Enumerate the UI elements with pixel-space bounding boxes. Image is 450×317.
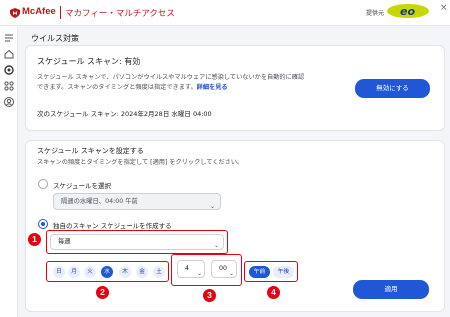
next-scan-text: 次のスケジュール スキャン: 2024年2月28日 水曜日 04:00 [37, 110, 212, 118]
account-icon[interactable] [3, 96, 15, 108]
settings-description: スキャンの頻度とタイミングを指定して [適用] をクリックしてください。 [37, 159, 244, 166]
preset-schedule-value: 隔週の水曜日、04:00 午前 [61, 198, 138, 205]
apps-icon[interactable] [3, 80, 15, 92]
chevron-down-icon: ⌄ [210, 203, 216, 210]
hour-select[interactable]: 4 ⌄ [177, 260, 205, 278]
chevron-down-icon: ⌄ [229, 270, 235, 277]
pm-toggle[interactable]: 午後 [273, 266, 294, 278]
details-link[interactable]: 詳細を見る [197, 84, 228, 91]
chevron-down-icon: ⌄ [197, 270, 203, 277]
protection-icon[interactable] [3, 64, 15, 76]
brand-divider [60, 6, 61, 19]
minute-select[interactable]: 00 ⌄ [211, 260, 237, 278]
brand-name: McAfee [22, 6, 56, 17]
apply-button[interactable]: 適用 [353, 280, 429, 299]
day-tue[interactable]: 火 [84, 266, 96, 278]
sidebar [0, 26, 18, 317]
custom-schedule-radio[interactable] [38, 219, 48, 229]
day-fri[interactable]: 金 [136, 266, 148, 278]
provider-label: 提供元 [366, 10, 385, 17]
day-wed[interactable]: 水 [101, 266, 113, 278]
status-heading: スケジュール スキャン: 有効 [37, 57, 141, 66]
custom-schedule-label: 独自のスキャン スケジュールを作成する [53, 222, 172, 230]
svg-text:eo: eo [400, 5, 415, 18]
settings-heading: スケジュール スキャンを設定する [37, 147, 144, 155]
preset-schedule-label: スケジュールを選択 [53, 182, 112, 190]
am-toggle[interactable]: 午前 [249, 266, 270, 278]
home-icon[interactable] [3, 48, 15, 60]
annotation-badge-3: 3 [203, 289, 216, 302]
minute-value: 00 [219, 265, 228, 272]
day-thu[interactable]: 木 [119, 266, 131, 278]
annotation-badge-4: 4 [267, 286, 280, 299]
mcafee-shield-icon [10, 8, 20, 18]
status-description-line2: できます。スキャンのタイミングと頻度は指定できます。 [37, 84, 197, 91]
title-bar: McAfee マカフィー・マルチアクセス 提供元 eo × [0, 0, 450, 26]
day-sun[interactable]: 日 [53, 266, 65, 278]
status-description: スケジュール スキャンで、パソコンがウイルスやマルウェアに感染していないかを自動… [37, 73, 327, 93]
provider-logo: eo [387, 4, 429, 18]
product-name: マカフィー・マルチアクセス [65, 9, 175, 19]
frequency-value: 毎週 [58, 238, 71, 245]
disable-button[interactable]: 無効にする [355, 79, 430, 98]
preset-schedule-select: 隔週の水曜日、04:00 午前 ⌄ [53, 193, 221, 210]
annotation-badge-1: 1 [28, 233, 41, 246]
frequency-select[interactable]: 毎週 ⌄ [50, 234, 224, 250]
close-icon[interactable]: × [440, 3, 448, 13]
hour-value: 4 [185, 265, 190, 272]
menu-icon[interactable] [3, 32, 15, 44]
chevron-down-icon: ⌄ [214, 242, 220, 249]
preset-schedule-radio[interactable] [38, 179, 48, 189]
day-sat[interactable]: 土 [153, 266, 165, 278]
annotation-badge-2: 2 [96, 286, 109, 299]
day-mon[interactable]: 月 [68, 266, 80, 278]
status-description-line1: スケジュール スキャンで、パソコンがウイルスやマルウェアに感染していないかを自動… [37, 74, 305, 81]
page-title: ウイルス対策 [31, 34, 79, 43]
